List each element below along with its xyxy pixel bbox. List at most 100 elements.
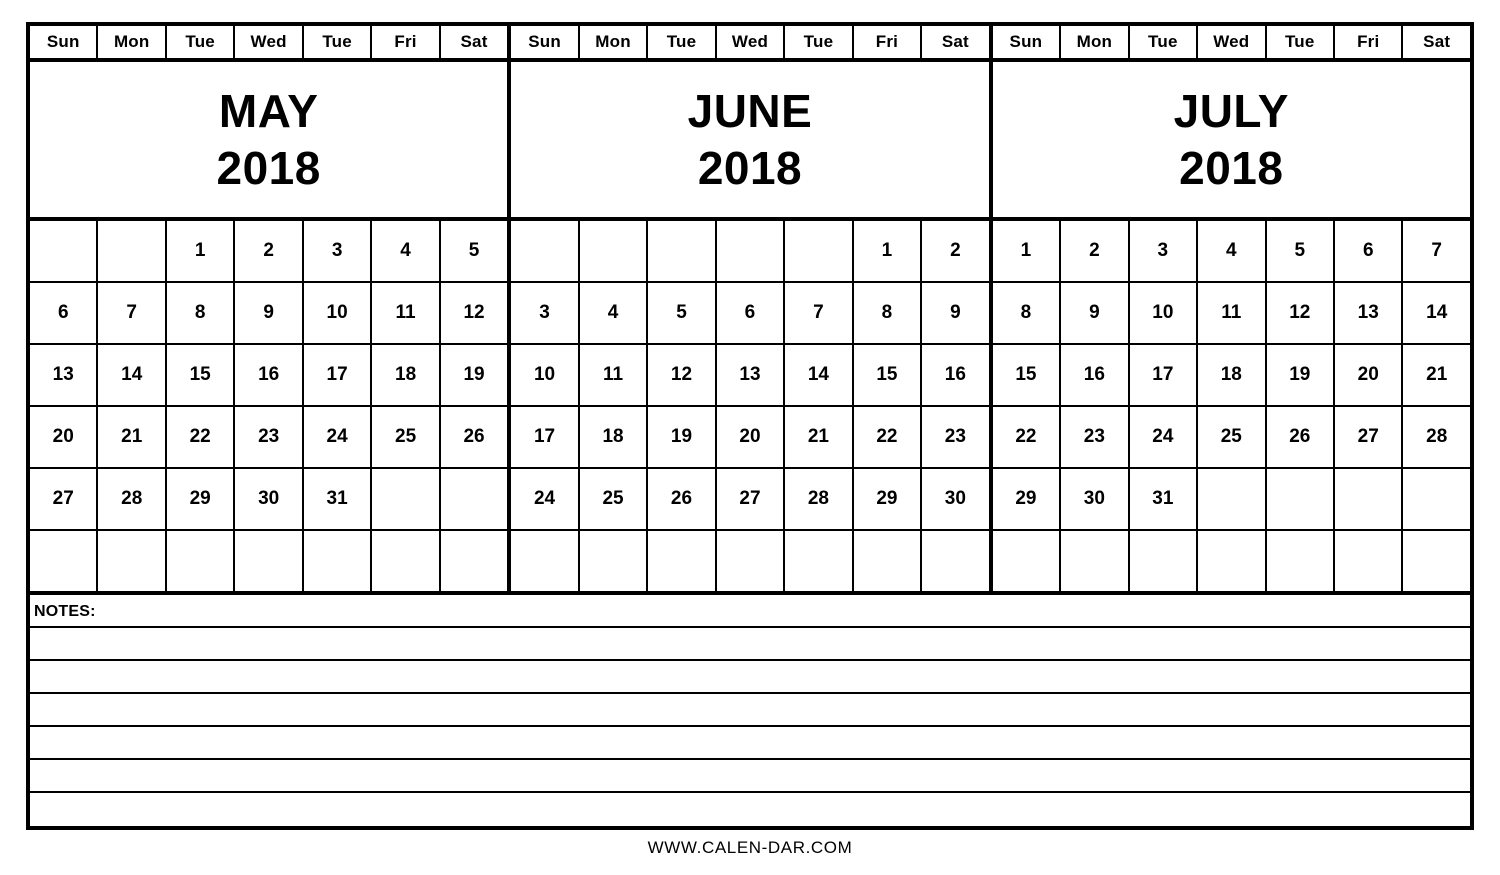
day-cell-empty[interactable] bbox=[441, 531, 507, 591]
day-cell[interactable]: 21 bbox=[98, 407, 167, 467]
day-cell[interactable]: 5 bbox=[648, 283, 717, 343]
day-cell[interactable]: 19 bbox=[441, 345, 507, 405]
day-cell[interactable]: 24 bbox=[1130, 407, 1199, 467]
day-cell-empty[interactable] bbox=[511, 221, 580, 281]
day-cell[interactable]: 20 bbox=[1335, 345, 1404, 405]
day-cell[interactable]: 20 bbox=[717, 407, 786, 467]
day-cell[interactable]: 7 bbox=[1403, 221, 1469, 281]
day-cell-empty[interactable] bbox=[98, 221, 167, 281]
day-cell[interactable]: 4 bbox=[372, 221, 441, 281]
day-cell[interactable]: 1 bbox=[167, 221, 236, 281]
day-cell[interactable]: 30 bbox=[1061, 469, 1130, 529]
day-cell[interactable]: 22 bbox=[993, 407, 1062, 467]
day-cell[interactable]: 25 bbox=[372, 407, 441, 467]
day-cell-empty[interactable] bbox=[30, 221, 99, 281]
day-cell[interactable]: 13 bbox=[717, 345, 786, 405]
day-cell-empty[interactable] bbox=[372, 469, 441, 529]
day-cell-empty[interactable] bbox=[580, 221, 649, 281]
day-cell[interactable]: 21 bbox=[1403, 345, 1469, 405]
day-cell[interactable]: 26 bbox=[648, 469, 717, 529]
day-cell-empty[interactable] bbox=[1267, 469, 1335, 529]
day-cell-empty[interactable] bbox=[1130, 531, 1199, 591]
day-cell[interactable]: 28 bbox=[98, 469, 167, 529]
day-cell[interactable]: 18 bbox=[372, 345, 441, 405]
day-cell[interactable]: 27 bbox=[717, 469, 786, 529]
day-cell[interactable]: 3 bbox=[304, 221, 373, 281]
day-cell[interactable]: 8 bbox=[167, 283, 236, 343]
day-cell-empty[interactable] bbox=[1198, 531, 1267, 591]
day-cell-empty[interactable] bbox=[167, 531, 236, 591]
day-cell[interactable]: 10 bbox=[304, 283, 373, 343]
day-cell-empty[interactable] bbox=[235, 531, 304, 591]
day-cell[interactable]: 18 bbox=[580, 407, 649, 467]
day-cell-empty[interactable] bbox=[1267, 531, 1335, 591]
day-cell[interactable]: 26 bbox=[1267, 407, 1335, 467]
day-cell[interactable]: 23 bbox=[235, 407, 304, 467]
day-cell[interactable]: 6 bbox=[1335, 221, 1404, 281]
day-cell[interactable]: 11 bbox=[372, 283, 441, 343]
day-cell-empty[interactable] bbox=[648, 221, 717, 281]
day-cell[interactable]: 16 bbox=[235, 345, 304, 405]
day-cell[interactable]: 14 bbox=[785, 345, 854, 405]
day-cell[interactable]: 20 bbox=[30, 407, 99, 467]
day-cell-empty[interactable] bbox=[304, 531, 373, 591]
day-cell-empty[interactable] bbox=[993, 531, 1062, 591]
day-cell-empty[interactable] bbox=[1403, 469, 1469, 529]
day-cell-empty[interactable] bbox=[717, 531, 786, 591]
day-cell[interactable]: 7 bbox=[98, 283, 167, 343]
day-cell[interactable]: 30 bbox=[922, 469, 988, 529]
day-cell[interactable]: 9 bbox=[922, 283, 988, 343]
day-cell[interactable]: 8 bbox=[993, 283, 1062, 343]
notes-write-line[interactable] bbox=[30, 760, 1470, 793]
day-cell[interactable]: 8 bbox=[854, 283, 923, 343]
day-cell-empty[interactable] bbox=[717, 221, 786, 281]
day-cell[interactable]: 19 bbox=[1267, 345, 1335, 405]
day-cell[interactable]: 27 bbox=[1335, 407, 1404, 467]
day-cell[interactable]: 19 bbox=[648, 407, 717, 467]
day-cell-empty[interactable] bbox=[854, 531, 923, 591]
day-cell[interactable]: 17 bbox=[511, 407, 580, 467]
day-cell-empty[interactable] bbox=[511, 531, 580, 591]
day-cell-empty[interactable] bbox=[1335, 469, 1404, 529]
day-cell[interactable]: 16 bbox=[1061, 345, 1130, 405]
day-cell-empty[interactable] bbox=[922, 531, 988, 591]
day-cell[interactable]: 7 bbox=[785, 283, 854, 343]
day-cell[interactable]: 31 bbox=[304, 469, 373, 529]
day-cell-empty[interactable] bbox=[580, 531, 649, 591]
day-cell-empty[interactable] bbox=[1403, 531, 1469, 591]
day-cell[interactable]: 2 bbox=[1061, 221, 1130, 281]
day-cell[interactable]: 16 bbox=[922, 345, 988, 405]
day-cell[interactable]: 3 bbox=[1130, 221, 1199, 281]
day-cell[interactable]: 23 bbox=[1061, 407, 1130, 467]
day-cell[interactable]: 9 bbox=[235, 283, 304, 343]
day-cell[interactable]: 17 bbox=[304, 345, 373, 405]
day-cell[interactable]: 14 bbox=[98, 345, 167, 405]
day-cell[interactable]: 27 bbox=[30, 469, 99, 529]
day-cell[interactable]: 24 bbox=[304, 407, 373, 467]
day-cell[interactable]: 28 bbox=[785, 469, 854, 529]
notes-write-line[interactable] bbox=[30, 793, 1470, 826]
day-cell[interactable]: 10 bbox=[511, 345, 580, 405]
day-cell[interactable]: 14 bbox=[1403, 283, 1469, 343]
day-cell[interactable]: 28 bbox=[1403, 407, 1469, 467]
day-cell[interactable]: 13 bbox=[1335, 283, 1404, 343]
notes-write-line[interactable] bbox=[30, 628, 1470, 661]
day-cell[interactable]: 6 bbox=[717, 283, 786, 343]
day-cell[interactable]: 12 bbox=[648, 345, 717, 405]
day-cell-empty[interactable] bbox=[785, 221, 854, 281]
day-cell[interactable]: 29 bbox=[993, 469, 1062, 529]
day-cell[interactable]: 21 bbox=[785, 407, 854, 467]
day-cell[interactable]: 1 bbox=[993, 221, 1062, 281]
day-cell[interactable]: 5 bbox=[1267, 221, 1335, 281]
day-cell[interactable]: 3 bbox=[511, 283, 580, 343]
day-cell[interactable]: 5 bbox=[441, 221, 507, 281]
notes-header-line[interactable]: NOTES: bbox=[30, 595, 1470, 628]
notes-write-line[interactable] bbox=[30, 727, 1470, 760]
day-cell[interactable]: 25 bbox=[1198, 407, 1267, 467]
day-cell[interactable]: 29 bbox=[167, 469, 236, 529]
day-cell[interactable]: 29 bbox=[854, 469, 923, 529]
day-cell[interactable]: 15 bbox=[993, 345, 1062, 405]
day-cell[interactable]: 22 bbox=[167, 407, 236, 467]
day-cell[interactable]: 11 bbox=[580, 345, 649, 405]
day-cell-empty[interactable] bbox=[441, 469, 507, 529]
